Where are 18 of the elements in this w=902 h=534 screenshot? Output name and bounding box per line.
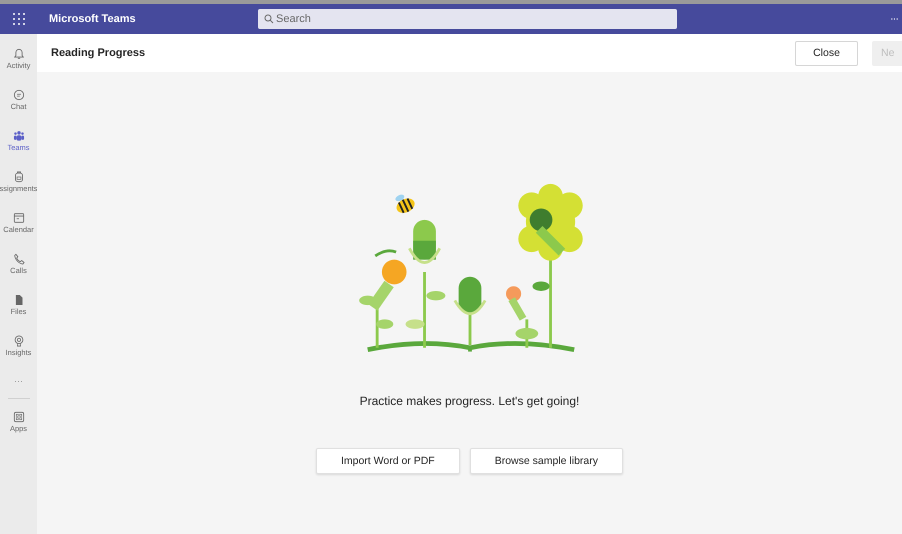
lightbulb-icon: [12, 334, 26, 348]
calendar-icon: [12, 211, 26, 225]
app-title: Microsoft Teams: [48, 13, 137, 25]
empty-state-message: Practice makes progress. Let's get going!: [360, 394, 580, 408]
browse-library-button[interactable]: Browse sample library: [470, 448, 624, 474]
app-launcher-icon[interactable]: [12, 13, 24, 25]
more-options[interactable]: ···: [890, 13, 902, 25]
search-field[interactable]: Search: [258, 9, 677, 29]
close-button[interactable]: Close: [795, 40, 858, 66]
import-button[interactable]: Import Word or PDF: [316, 448, 460, 474]
phone-icon: [12, 252, 26, 266]
apps-grid-icon: [12, 410, 26, 424]
search-icon: [264, 14, 274, 24]
chat-icon: [12, 88, 26, 102]
people-icon: [12, 129, 26, 143]
page-title: Reading Progress: [51, 47, 146, 59]
bell-icon: [12, 47, 26, 61]
more-apps[interactable]: ···: [14, 376, 23, 386]
